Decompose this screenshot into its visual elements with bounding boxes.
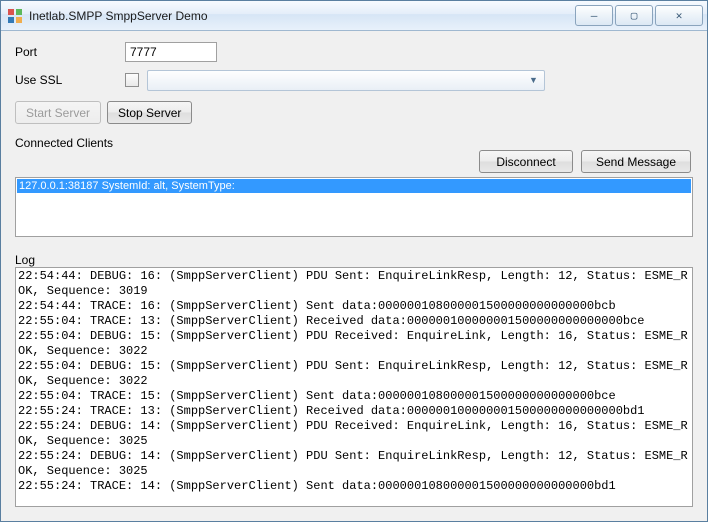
ssl-checkbox[interactable] [125,73,139,87]
port-input[interactable] [125,42,217,62]
log-textarea[interactable]: 22:54:44: DEBUG: 16: (SmppServerClient) … [15,267,693,507]
minimize-button[interactable]: — [575,5,613,26]
clients-listbox[interactable]: 127.0.0.1:38187 SystemId: alt, SystemTyp… [15,177,693,237]
send-message-button[interactable]: Send Message [581,150,691,173]
log-label: Log [15,253,693,267]
port-label: Port [15,45,125,59]
log-panel: Log 22:54:44: DEBUG: 16: (SmppServerClie… [15,247,693,507]
start-server-button[interactable]: Start Server [15,101,101,124]
clients-toolbar: Disconnect Send Message [15,150,693,177]
close-button[interactable]: ✕ [655,5,703,26]
title-bar[interactable]: Inetlab.SMPP SmppServer Demo — ▢ ✕ [1,1,707,31]
window-title: Inetlab.SMPP SmppServer Demo [29,9,575,23]
stop-server-button[interactable]: Stop Server [107,101,192,124]
connected-clients-label: Connected Clients [15,136,693,150]
app-icon [7,8,23,24]
disconnect-button[interactable]: Disconnect [479,150,573,173]
ssl-row: Use SSL ▼ [15,69,693,91]
ssl-cert-combo[interactable]: ▼ [147,70,545,91]
port-row: Port [15,41,693,63]
app-window: Inetlab.SMPP SmppServer Demo — ▢ ✕ Port … [0,0,708,522]
server-buttons-row: Start Server Stop Server [15,101,693,124]
maximize-button[interactable]: ▢ [615,5,653,26]
chevron-down-icon: ▼ [525,75,542,85]
clients-panel: Connected Clients Disconnect Send Messag… [15,130,693,237]
client-list-item[interactable]: 127.0.0.1:38187 SystemId: alt, SystemTyp… [17,179,691,193]
content-area: Port Use SSL ▼ Start Server Stop Server … [1,31,707,521]
ssl-label: Use SSL [15,73,125,87]
